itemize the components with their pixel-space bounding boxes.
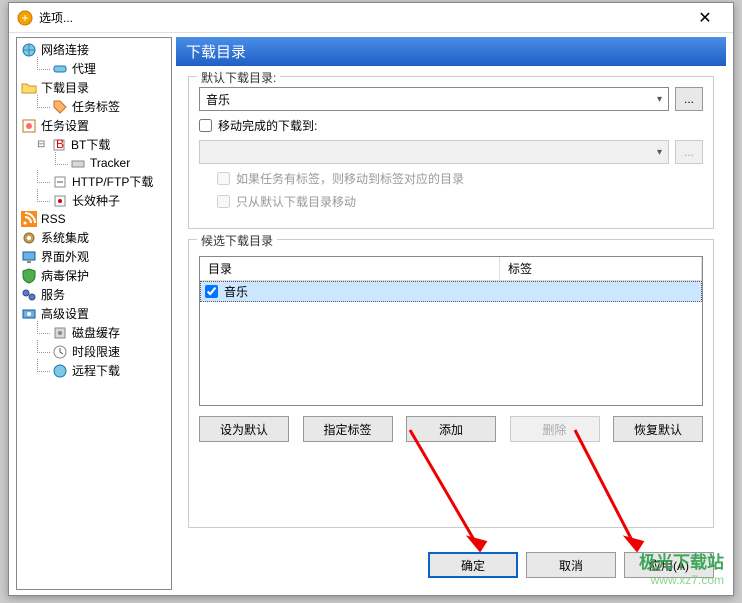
tree-label: 网络连接 — [41, 41, 89, 58]
tree-virus-protection[interactable]: 病毒保护 — [17, 266, 171, 285]
clock-icon — [52, 344, 68, 360]
chevron-down-icon: ▾ — [657, 147, 662, 158]
candidate-dir-group: 候选下载目录 目录 标签 音乐 设为默认 指定标签 — [188, 239, 714, 528]
ok-button[interactable]: 确定 — [428, 552, 518, 578]
tree-label: Tracker — [90, 156, 130, 170]
tree-task-labels[interactable]: 任务标签 — [17, 97, 171, 116]
shield-icon — [21, 268, 37, 284]
apply-button[interactable]: 应用(A) — [624, 552, 714, 578]
sub-check-1: 如果任务有标签，则移动到标签对应的目录 — [217, 170, 703, 187]
rss-icon — [21, 211, 37, 227]
tree-rss[interactable]: RSS — [17, 210, 171, 228]
titlebar: 选项... ✕ — [9, 3, 733, 33]
browse-move-button: ... — [675, 140, 703, 164]
gears-icon — [21, 287, 37, 303]
default-dir-select[interactable]: 音乐 ▾ — [199, 87, 669, 111]
options-dialog: 选项... ✕ 网络连接 代理 下载目录 任务标签 任务设置 — [8, 2, 734, 596]
candidate-buttons: 设为默认 指定标签 添加 删除 恢复默认 — [199, 416, 703, 442]
sub-check-1-box — [217, 172, 230, 185]
tree-services[interactable]: 服务 — [17, 285, 171, 304]
tree-long-seed[interactable]: 长效种子 — [17, 191, 171, 210]
folder-icon — [21, 80, 37, 96]
tree-label: 下载目录 — [41, 79, 89, 96]
main-panel: 下载目录 默认下载目录: 音乐 ▾ ... 移动完成的下载到: — [176, 37, 726, 590]
move-completed-label: 移动完成的下载到: — [218, 117, 317, 134]
sub-check-1-label: 如果任务有标签，则移动到标签对应的目录 — [236, 170, 464, 187]
tree-label: BT下载 — [71, 136, 110, 153]
tracker-icon — [70, 155, 86, 171]
dialog-footer: 确定 取消 应用(A) — [176, 544, 726, 590]
move-completed-checkbox-row[interactable]: 移动完成的下载到: — [199, 117, 703, 134]
settings-icon — [21, 118, 37, 134]
bt-icon: B — [51, 137, 67, 153]
tree-label: RSS — [41, 212, 66, 226]
move-completed-checkbox[interactable] — [199, 119, 212, 132]
tree-label: 高级设置 — [41, 305, 89, 322]
add-button[interactable]: 添加 — [406, 416, 496, 442]
tree-ui-appearance[interactable]: 界面外观 — [17, 247, 171, 266]
tree-label: 长效种子 — [72, 192, 120, 209]
content: 网络连接 代理 下载目录 任务标签 任务设置 B BT下载 — [9, 33, 733, 594]
tree-remote-download[interactable]: 远程下载 — [17, 361, 171, 380]
set-label-button[interactable]: 指定标签 — [303, 416, 393, 442]
tree-task-settings[interactable]: 任务设置 — [17, 116, 171, 135]
chevron-down-icon: ▾ — [657, 94, 662, 105]
globe-icon — [21, 42, 37, 58]
row-dir: 音乐 — [224, 283, 248, 300]
tree-label: 界面外观 — [41, 248, 89, 265]
tree-label: 远程下载 — [72, 362, 120, 379]
panel-body: 默认下载目录: 音乐 ▾ ... 移动完成的下载到: — [176, 66, 726, 544]
tree-system-integration[interactable]: 系统集成 — [17, 228, 171, 247]
tree-label: 病毒保护 — [41, 267, 89, 284]
proxy-icon — [52, 61, 68, 77]
monitor-icon — [21, 249, 37, 265]
svg-text:B: B — [56, 137, 64, 151]
row-checkbox[interactable] — [205, 285, 218, 298]
tree-label: 服务 — [41, 286, 65, 303]
http-icon — [52, 174, 68, 190]
disk-icon — [52, 325, 68, 341]
tree-label: 时段限速 — [72, 343, 120, 360]
tree-label: 磁盘缓存 — [72, 324, 120, 341]
default-dir-legend: 默认下载目录: — [197, 69, 280, 86]
advanced-icon — [21, 306, 37, 322]
set-default-button[interactable]: 设为默认 — [199, 416, 289, 442]
window-title: 选项... — [39, 9, 685, 26]
close-button[interactable]: ✕ — [685, 3, 725, 33]
candidate-table[interactable]: 目录 标签 音乐 — [199, 256, 703, 406]
seed-icon — [52, 193, 68, 209]
default-dir-group: 默认下载目录: 音乐 ▾ ... 移动完成的下载到: — [188, 76, 714, 229]
tag-icon — [52, 99, 68, 115]
panel-header: 下载目录 — [176, 37, 726, 66]
tree-label: 系统集成 — [41, 229, 89, 246]
cancel-button[interactable]: 取消 — [526, 552, 616, 578]
sub-check-2: 只从默认下载目录移动 — [217, 193, 703, 210]
table-row[interactable]: 音乐 — [200, 281, 702, 302]
tree-proxy[interactable]: 代理 — [17, 59, 171, 78]
restore-button[interactable]: 恢复默认 — [613, 416, 703, 442]
browse-default-button[interactable]: ... — [675, 87, 703, 111]
sub-check-2-label: 只从默认下载目录移动 — [236, 193, 356, 210]
sub-check-2-box — [217, 195, 230, 208]
select-value: 音乐 — [206, 91, 230, 108]
col-dir[interactable]: 目录 — [200, 257, 500, 280]
tree-label: 代理 — [72, 60, 96, 77]
tree-label: 任务设置 — [41, 117, 89, 134]
delete-button: 删除 — [510, 416, 600, 442]
gear-icon — [21, 230, 37, 246]
move-target-select: ▾ — [199, 140, 669, 164]
tree-bt-download[interactable]: B BT下载 — [17, 135, 171, 154]
tree-label: 任务标签 — [72, 98, 120, 115]
remote-icon — [52, 363, 68, 379]
col-tag[interactable]: 标签 — [500, 257, 702, 280]
table-header: 目录 标签 — [200, 257, 702, 281]
candidate-legend: 候选下载目录 — [197, 232, 277, 249]
settings-tree[interactable]: 网络连接 代理 下载目录 任务标签 任务设置 B BT下载 — [16, 37, 172, 590]
app-icon — [17, 10, 33, 26]
tree-label: HTTP/FTP下载 — [72, 173, 153, 190]
